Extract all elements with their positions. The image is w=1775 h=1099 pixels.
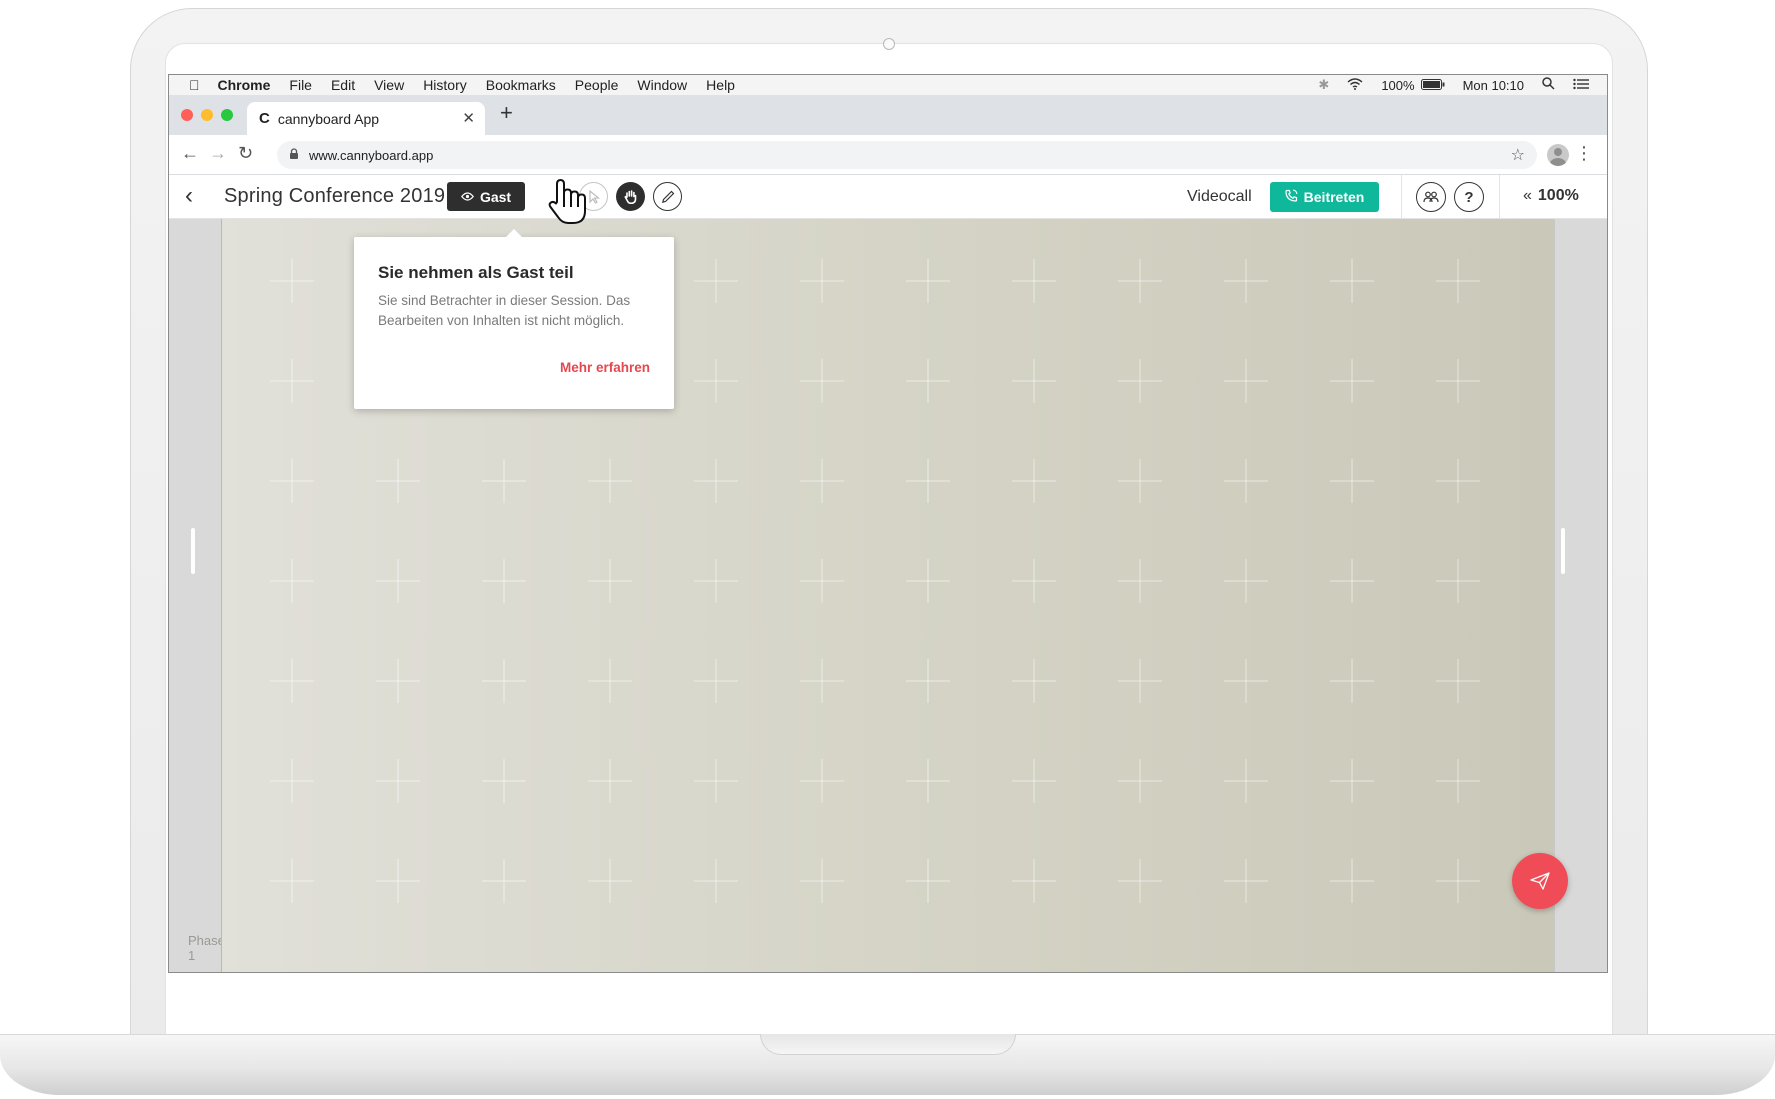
tab-close-icon[interactable]: ✕ xyxy=(462,109,475,127)
lock-icon xyxy=(289,147,299,163)
tab-title: cannyboard App xyxy=(277,110,380,127)
notification-center-icon[interactable] xyxy=(1573,78,1589,93)
participants-icon xyxy=(1423,191,1439,203)
popover-body: Sie sind Betrachter in dieser Session. D… xyxy=(378,293,631,328)
paper-plane-icon xyxy=(1530,872,1550,890)
menu-help[interactable]: Help xyxy=(706,77,735,93)
hand-icon xyxy=(623,190,636,204)
screen:  Chrome File Edit View History Bookmark… xyxy=(168,74,1608,973)
back-arrow-icon[interactable]: ← xyxy=(181,143,199,164)
profile-avatar-icon[interactable] xyxy=(1547,144,1569,166)
app-header: ‹ Spring Conference 2019 Gast Videocall … xyxy=(169,175,1607,219)
phase-label: Phase 1 xyxy=(188,933,225,963)
menu-view[interactable]: View xyxy=(374,77,404,93)
bookmark-star-icon[interactable]: ☆ xyxy=(1511,145,1525,165)
window-close-button[interactable] xyxy=(181,109,193,121)
menu-bookmarks[interactable]: Bookmarks xyxy=(486,77,556,93)
menu-edit[interactable]: Edit xyxy=(331,77,355,93)
header-divider xyxy=(1401,175,1402,219)
guest-badge-label: Gast xyxy=(479,188,512,205)
wifi-icon[interactable] xyxy=(1347,77,1363,93)
cannyboard-favicon-icon: C xyxy=(259,110,270,127)
menu-window[interactable]: Window xyxy=(637,77,687,93)
guest-badge[interactable]: Gast xyxy=(447,182,525,211)
menu-app-name[interactable]: Chrome xyxy=(218,77,271,93)
right-side-panel xyxy=(1554,219,1607,972)
popover-title: Sie nehmen als Gast teil xyxy=(378,263,574,282)
url-text: www.cannyboard.app xyxy=(309,147,434,163)
guest-info-popover: Sie nehmen als Gast teil Sie sind Betrac… xyxy=(354,229,674,409)
join-label: Beitreten xyxy=(1303,189,1365,205)
menu-history[interactable]: History xyxy=(423,77,467,93)
menu-people[interactable]: People xyxy=(575,77,619,93)
hand-cursor-icon xyxy=(547,177,593,232)
spotlight-icon[interactable] xyxy=(1542,77,1555,93)
browser-tabbar: C cannyboard App ✕ + xyxy=(169,95,1607,135)
collapse-chevron-icon: « xyxy=(1523,187,1532,204)
popover-arrow xyxy=(506,229,522,237)
phone-icon xyxy=(1285,189,1298,205)
back-chevron-icon[interactable]: ‹ xyxy=(185,182,193,210)
right-resize-handle[interactable] xyxy=(1561,528,1565,574)
new-tab-button[interactable]: + xyxy=(500,100,513,126)
camera-icon xyxy=(883,38,895,50)
eye-icon xyxy=(460,190,474,204)
browser-tab[interactable]: C cannyboard App ✕ xyxy=(247,102,485,135)
pen-tool-button[interactable] xyxy=(653,182,682,211)
pan-tool-button[interactable] xyxy=(616,182,645,211)
battery-percent: 100% xyxy=(1381,77,1415,93)
videocall-label: Videocall xyxy=(1187,188,1252,205)
browser-addressbar: ← → ↻ www.cannyboard.app ☆ ⋮ xyxy=(169,135,1607,175)
mac-menubar:  Chrome File Edit View History Bookmark… xyxy=(169,75,1607,95)
forward-arrow-icon[interactable]: → xyxy=(209,143,227,164)
help-question-icon: ? xyxy=(1464,188,1474,206)
battery-icon[interactable] xyxy=(1420,78,1445,93)
laptop-notch xyxy=(760,1034,1016,1055)
apple-icon[interactable]:  xyxy=(189,77,200,93)
board-title: Spring Conference 2019 xyxy=(224,185,446,207)
left-resize-handle[interactable] xyxy=(191,528,195,574)
help-button[interactable]: ? xyxy=(1454,182,1484,212)
header-divider xyxy=(1499,175,1500,219)
zoom-control[interactable]: « 100% xyxy=(1523,187,1579,205)
bluetooth-icon[interactable]: ✱ xyxy=(1318,77,1329,93)
menu-file[interactable]: File xyxy=(289,77,312,93)
reload-icon[interactable]: ↻ xyxy=(238,143,253,164)
zoom-level: 100% xyxy=(1537,187,1579,204)
window-minimize-button[interactable] xyxy=(201,109,213,121)
pen-icon xyxy=(661,190,674,203)
browser-menu-icon[interactable]: ⋮ xyxy=(1575,143,1593,164)
window-zoom-button[interactable] xyxy=(221,109,233,121)
learn-more-link[interactable]: Mehr erfahren xyxy=(560,360,650,375)
join-videocall-button[interactable]: Beitreten xyxy=(1270,182,1379,212)
participants-button[interactable] xyxy=(1416,182,1446,212)
left-side-panel: Phase 1 xyxy=(169,219,225,972)
send-fab-button[interactable] xyxy=(1512,853,1568,909)
url-field[interactable]: www.cannyboard.app ☆ xyxy=(277,141,1537,169)
clock[interactable]: Mon 10:10 xyxy=(1463,78,1524,93)
